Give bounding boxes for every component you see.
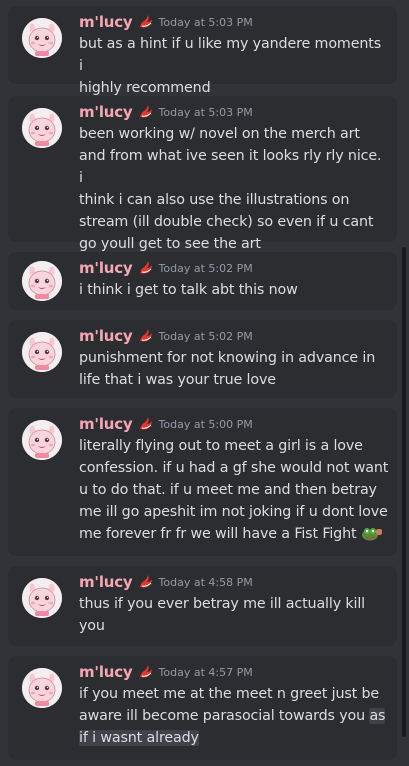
role-icon	[138, 104, 156, 120]
message-line: life that i was your true love	[79, 372, 276, 388]
message-header: m'lucy Today at 5:00 PM	[79, 414, 253, 434]
role-icon	[138, 416, 156, 432]
message-line: if you meet me at the meet n greet just …	[79, 686, 380, 702]
message-content: but as a hint if u like my yandere momen…	[79, 33, 389, 99]
message-header: m'lucy Today at 5:02 PM	[79, 326, 253, 346]
message[interactable]: m'lucy Today at 5:03 PM but as a hint if…	[8, 6, 397, 96]
message-line: if i wasnt already	[79, 727, 389, 749]
timestamp: Today at 5:03 PM	[158, 15, 253, 29]
message[interactable]: m'lucy Today at 5:00 PM literally flying…	[8, 408, 397, 556]
message-line: aware ill become parasocial towards you …	[79, 705, 389, 727]
role-icon	[138, 328, 156, 344]
message-line: and from what ive seen it looks rly rly …	[79, 148, 382, 186]
timestamp: Today at 5:02 PM	[158, 261, 253, 275]
message-line: confession. if u had a gf she would not …	[79, 460, 389, 476]
timestamp: Today at 5:02 PM	[158, 329, 253, 343]
timestamp: Today at 5:00 PM	[158, 417, 253, 431]
pink-creature-avatar-icon	[22, 578, 62, 618]
red-swirl-role-icon	[139, 329, 153, 342]
message[interactable]: m'lucy Today at 4:57 PM if you meet me a…	[8, 656, 397, 760]
message[interactable]: m'lucy Today at 5:02 PM i think i get to…	[8, 252, 397, 310]
red-swirl-role-icon	[139, 665, 153, 678]
author-name[interactable]: m'lucy	[79, 573, 133, 591]
message-header: m'lucy Today at 4:57 PM	[79, 662, 253, 682]
message-line: thus if you ever betray me ill actually …	[79, 596, 366, 612]
message-line: i think i get to talk abt this now	[79, 282, 298, 298]
message-line: stream (ill double check) so even if u c…	[79, 214, 374, 230]
message-content: punishment for not knowing in advance in…	[79, 347, 389, 391]
message-line: literally flying out to meet a girl is a…	[79, 438, 363, 454]
message[interactable]: m'lucy Today at 5:02 PM punishment for n…	[8, 320, 397, 398]
timestamp: Today at 4:57 PM	[158, 665, 253, 679]
message-feed: m'lucy Today at 5:03 PM but as a hint if…	[0, 0, 409, 766]
red-swirl-role-icon	[139, 15, 153, 28]
avatar[interactable]	[22, 668, 62, 708]
message-line: punishment for not knowing in advance in	[79, 350, 376, 366]
pink-creature-avatar-icon	[22, 668, 62, 708]
red-swirl-role-icon	[139, 261, 153, 274]
pink-creature-avatar-icon	[22, 18, 62, 58]
avatar[interactable]	[22, 332, 62, 372]
role-icon	[138, 260, 156, 276]
scrollbar[interactable]	[402, 247, 406, 737]
pepe-fist-fight-emoji[interactable]	[361, 525, 383, 541]
author-name[interactable]: m'lucy	[79, 327, 133, 345]
red-swirl-role-icon	[139, 417, 153, 430]
red-swirl-role-icon	[139, 575, 153, 588]
pink-creature-avatar-icon	[22, 108, 62, 148]
message-line: been working w/ novel on the merch art	[79, 126, 360, 142]
role-icon	[138, 574, 156, 590]
message-header: m'lucy Today at 5:03 PM	[79, 12, 253, 32]
author-name[interactable]: m'lucy	[79, 13, 133, 31]
message-line: u to do that. if u meet me and then betr…	[79, 482, 377, 498]
author-name[interactable]: m'lucy	[79, 103, 133, 121]
message-header: m'lucy Today at 4:58 PM	[79, 572, 253, 592]
message[interactable]: m'lucy Today at 4:58 PM thus if you ever…	[8, 566, 397, 646]
highlighted-text[interactable]: if i wasnt already	[79, 730, 199, 746]
author-name[interactable]: m'lucy	[79, 259, 133, 277]
message-line: you	[79, 618, 105, 634]
role-icon	[138, 14, 156, 30]
message-line: but as a hint if u like my yandere momen…	[79, 36, 382, 74]
pink-creature-avatar-icon	[22, 332, 62, 372]
highlighted-text[interactable]: as	[369, 708, 386, 724]
avatar[interactable]	[22, 420, 62, 460]
timestamp: Today at 4:58 PM	[158, 575, 253, 589]
message-line: me forever fr fr we will have a Fist Fig…	[79, 523, 389, 545]
message[interactable]: m'lucy Today at 5:03 PM been working w/ …	[8, 96, 397, 252]
avatar[interactable]	[22, 578, 62, 618]
author-name[interactable]: m'lucy	[79, 663, 133, 681]
role-icon	[138, 664, 156, 680]
pink-creature-avatar-icon	[22, 261, 62, 301]
message-content: if you meet me at the meet n greet just …	[79, 683, 389, 749]
message-content: literally flying out to meet a girl is a…	[79, 435, 389, 545]
message-line: think i can also use the illustrations o…	[79, 192, 350, 208]
message-header: m'lucy Today at 5:03 PM	[79, 102, 253, 122]
message-content: i think i get to talk abt this now	[79, 279, 389, 301]
avatar[interactable]	[22, 261, 62, 301]
message-text: aware ill become parasocial towards you	[79, 708, 370, 724]
author-name[interactable]: m'lucy	[79, 415, 133, 433]
message-content: been working w/ novel on the merch art a…	[79, 123, 389, 255]
pink-creature-avatar-icon	[22, 420, 62, 460]
message-text: me forever fr fr we will have a Fist Fig…	[79, 526, 357, 542]
message-header: m'lucy Today at 5:02 PM	[79, 258, 253, 278]
red-swirl-role-icon	[139, 105, 153, 118]
avatar[interactable]	[22, 18, 62, 58]
message-line: me ill go apeshit im not joking if u don…	[79, 504, 388, 520]
avatar[interactable]	[22, 108, 62, 148]
timestamp: Today at 5:03 PM	[158, 105, 253, 119]
message-content: thus if you ever betray me ill actually …	[79, 593, 389, 637]
